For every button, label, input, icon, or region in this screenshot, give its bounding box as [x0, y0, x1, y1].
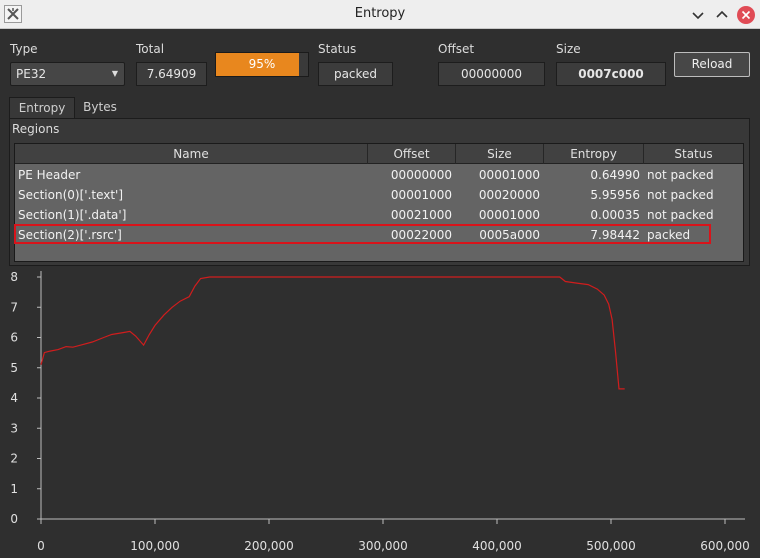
chevron-up-icon: [716, 10, 728, 18]
window-title: Entropy: [354, 6, 406, 21]
cell-status: not packed: [647, 188, 714, 202]
highlight-box: [14, 224, 711, 244]
progress-text: 95%: [248, 57, 276, 71]
title-bar: Entropy: [0, 0, 760, 29]
table-header: Name Offset Size Entropy Status: [15, 144, 743, 164]
size-label: Size: [556, 42, 581, 56]
tab-bytes[interactable]: Bytes: [80, 97, 120, 118]
entropy-series-line: [40, 276, 625, 390]
column-header-offset[interactable]: Offset: [368, 144, 456, 164]
dropdown-arrow-icon: ▼: [111, 69, 118, 78]
cell-name: PE Header: [18, 168, 81, 182]
regions-label: Regions: [12, 122, 60, 136]
x-tick-label: 600,000: [700, 539, 750, 553]
column-header-size[interactable]: Size: [456, 144, 544, 164]
table-row[interactable]: PE Header 00000000 00001000 0.64990 not …: [15, 165, 743, 185]
y-tick-label: 4: [10, 391, 18, 405]
type-value: PE32: [16, 67, 47, 81]
y-tick-label: 3: [10, 421, 18, 435]
cell-name: Section(0)['.text']: [18, 188, 124, 202]
status-field: packed: [318, 62, 393, 86]
y-tick-label: 7: [10, 300, 18, 314]
close-icon: [737, 6, 755, 24]
status-label: Status: [318, 42, 357, 56]
regions-table: Name Offset Size Entropy Status PE Heade…: [14, 143, 744, 262]
minimize-button[interactable]: [688, 5, 708, 25]
x-tick-label: 300,000: [358, 539, 408, 553]
offset-field: 00000000: [438, 62, 545, 86]
y-tick-label: 5: [10, 361, 18, 375]
y-tick-label: 0: [10, 512, 18, 526]
cell-status: not packed: [647, 208, 714, 222]
cell-size: 00020000: [478, 188, 540, 202]
type-label: Type: [10, 42, 38, 56]
chart-marks: [40, 276, 625, 390]
chart-axes: 0 1 2 3 4 5 6 7 8 0 100,000 200,000 300,000 400,000 50…: [10, 270, 749, 553]
tab-entropy[interactable]: Entropy: [9, 97, 75, 118]
cell-size: 00001000: [478, 168, 540, 182]
total-field: 7.64909: [136, 62, 207, 86]
cell-entropy: 5.95956: [590, 188, 640, 202]
cell-offset: 00000000: [390, 168, 452, 182]
cell-offset: 00001000: [390, 188, 452, 202]
column-header-name[interactable]: Name: [15, 144, 368, 164]
column-header-status[interactable]: Status: [644, 144, 743, 164]
size-field: 0007c000: [556, 62, 666, 86]
x-tick-label: 500,000: [586, 539, 636, 553]
y-tick-label: 8: [10, 270, 18, 284]
entropy-chart: 0 1 2 3 4 5 6 7 8 0 100,000 200,000 300,000 400,000 50…: [10, 270, 749, 553]
cell-offset: 00021000: [390, 208, 452, 222]
cell-size: 00001000: [478, 208, 540, 222]
cell-status: not packed: [647, 168, 714, 182]
cell-entropy: 0.00035: [590, 208, 640, 222]
type-select[interactable]: PE32 ▼: [10, 62, 125, 86]
table-row[interactable]: Section(1)['.data'] 00021000 00001000 0.…: [15, 205, 743, 225]
y-tick-label: 2: [10, 452, 18, 466]
entropy-progress-bar: 95%: [215, 52, 309, 77]
y-tick-label: 6: [10, 331, 18, 345]
chevron-down-icon: [692, 12, 704, 20]
x-tick-label: 100,000: [130, 539, 180, 553]
table-row[interactable]: Section(0)['.text'] 00001000 00020000 5.…: [15, 185, 743, 205]
column-header-entropy[interactable]: Entropy: [544, 144, 644, 164]
total-label: Total: [136, 42, 165, 56]
close-button[interactable]: [736, 5, 756, 25]
y-tick-label: 1: [10, 482, 18, 496]
cell-name: Section(1)['.data']: [18, 208, 127, 222]
maximize-button[interactable]: [712, 5, 732, 25]
x-tick-label: 0: [37, 539, 45, 553]
cell-entropy: 0.64990: [590, 168, 640, 182]
offset-label: Offset: [438, 42, 475, 56]
reload-button[interactable]: Reload: [674, 52, 750, 77]
x-tick-label: 200,000: [244, 539, 294, 553]
x-tick-label: 400,000: [472, 539, 522, 553]
